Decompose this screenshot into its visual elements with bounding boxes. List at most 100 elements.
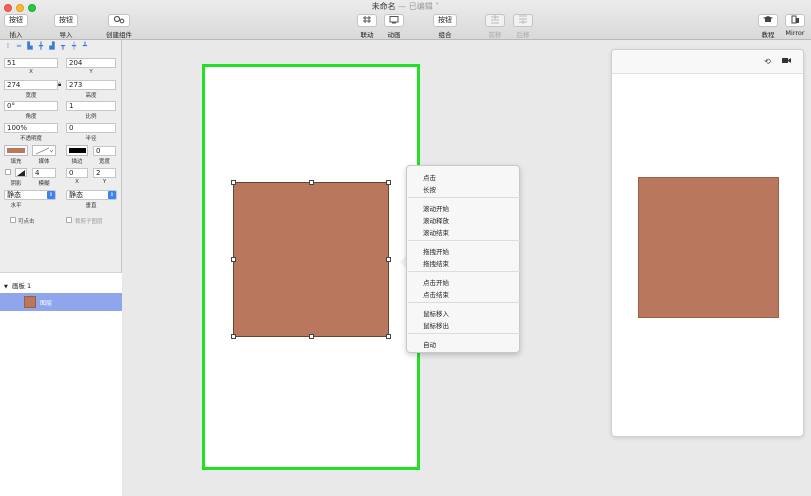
resize-handle-right[interactable] (386, 257, 391, 262)
y-field[interactable]: 204 (66, 58, 116, 68)
horizontal-constraint-select[interactable]: 静态 ⇕ (4, 190, 56, 200)
menu-item-mouse-leave[interactable]: 鼠标移出 (423, 320, 449, 330)
menu-item-long-press[interactable]: 长按 (423, 184, 436, 194)
group-label: 组合 (438, 31, 452, 39)
menu-item-mouse-enter[interactable]: 鼠标移入 (423, 308, 449, 318)
video-camera-icon[interactable] (782, 57, 791, 66)
import-tool[interactable]: 按钮 导入 (54, 14, 78, 39)
distribute-horizontal-icon[interactable]: ⁞ (4, 42, 12, 50)
menu-item-tap[interactable]: 点击 (423, 172, 436, 182)
resize-handle-left[interactable] (231, 257, 236, 262)
x-field[interactable]: 51 (4, 58, 58, 68)
tutorial-tool[interactable]: 教程 (758, 14, 778, 39)
record-icon (782, 58, 791, 63)
align-left-icon[interactable]: ▙ (26, 42, 34, 50)
stroke-color-chip (68, 148, 86, 153)
preview-rectangle[interactable] (638, 177, 779, 318)
bring-forward-button[interactable] (485, 14, 505, 27)
create-component-tool[interactable]: 创建组件 (106, 14, 132, 39)
align-middle-icon[interactable]: ┿ (70, 42, 78, 50)
phone-icon (791, 15, 799, 24)
shadow-checkbox[interactable] (5, 169, 11, 175)
graduation-cap-icon (763, 16, 773, 22)
y-label: Y (89, 69, 93, 75)
opacity-field[interactable]: 100% (4, 123, 58, 133)
disclosure-triangle-icon[interactable]: ▼ (4, 284, 8, 290)
media-picker[interactable] (32, 145, 56, 156)
blur-field[interactable]: 4 (32, 168, 56, 178)
align-top-icon[interactable]: ┳ (59, 42, 67, 50)
restart-icon[interactable]: ⟲ (763, 57, 772, 66)
mirror-button[interactable] (785, 14, 805, 27)
radius-field[interactable]: 0 (66, 123, 116, 133)
clip-layer-checkbox[interactable] (66, 217, 72, 223)
shadow-y-label: Y (102, 179, 107, 185)
clickable-checkbox[interactable] (10, 217, 16, 223)
menu-separator (408, 271, 520, 272)
angle-field[interactable]: 0° (4, 101, 58, 111)
group-tool[interactable]: 按钮 组合 (433, 14, 457, 39)
stroke-swatch[interactable] (66, 145, 88, 156)
send-backward-button[interactable] (513, 14, 533, 27)
preview-window: ⟲ (611, 49, 804, 437)
resize-handle-top-right[interactable] (386, 180, 391, 185)
bring-forward-tool[interactable]: 前移 (485, 14, 505, 39)
shadow-color-swatch[interactable] (15, 168, 27, 177)
scale-label: 比例 (85, 114, 97, 120)
clickable-label: 可点击 (18, 219, 35, 225)
import-button[interactable]: 按钮 (54, 14, 78, 27)
menu-item-scroll-start[interactable]: 滚动开始 (423, 203, 449, 213)
group-button[interactable]: 按钮 (433, 14, 457, 27)
align-center-icon[interactable]: ╋ (37, 42, 45, 50)
link-button[interactable] (357, 14, 377, 27)
resize-handle-top-left[interactable] (231, 180, 236, 185)
link-tool[interactable]: 联动 (357, 14, 377, 39)
resize-handle-bottom[interactable] (309, 334, 314, 339)
scale-field[interactable]: 1 (66, 101, 116, 111)
animate-tool[interactable]: 动画 (384, 14, 404, 39)
menu-item-auto[interactable]: 自动 (423, 339, 436, 349)
height-field[interactable]: 273 (66, 80, 116, 90)
menu-item-tap-start[interactable]: 点击开始 (423, 277, 449, 287)
fill-swatch[interactable] (4, 145, 28, 156)
create-component-button[interactable] (108, 14, 130, 27)
import-label: 导入 (59, 31, 73, 39)
lock-ratio-icon[interactable]: 🔒︎ (58, 81, 61, 89)
fill-color-chip (7, 148, 25, 153)
vertical-constraint-select[interactable]: 静态 ⇕ (66, 190, 117, 200)
stroke-width-label: 宽度 (98, 159, 110, 165)
resize-handle-bottom-left[interactable] (231, 334, 236, 339)
layer-artboard[interactable]: ▼ 画板 1 (4, 280, 31, 290)
distribute-vertical-icon[interactable]: ═ (15, 42, 23, 50)
fill-label: 填充 (10, 159, 22, 165)
chevron-updown-icon: ⇕ (47, 191, 55, 199)
menu-item-scroll-release[interactable]: 滚动释放 (423, 215, 449, 225)
tutorial-button[interactable] (758, 14, 778, 27)
selected-rectangle[interactable] (233, 182, 389, 337)
menu-item-scroll-end[interactable]: 滚动结束 (423, 227, 449, 237)
mirror-tool[interactable]: Mirror (785, 14, 805, 37)
window-title: 未命名 — 已编辑 ˅ (0, 1, 811, 12)
clip-layer-label: 裁剪子图层 (75, 219, 103, 225)
insert-button[interactable]: 按钮 (4, 14, 28, 27)
insert-tool[interactable]: 按钮 插入 (4, 14, 28, 39)
stroke-width-field[interactable]: 0 (93, 146, 116, 156)
blur-label: 模糊 (38, 181, 50, 187)
align-right-icon[interactable]: ▟ (48, 42, 56, 50)
menu-item-drag-start[interactable]: 拖拽开始 (423, 246, 449, 256)
animate-button[interactable] (384, 14, 404, 27)
document-name: 未命名 (371, 2, 396, 11)
stroke-label: 描边 (71, 159, 83, 165)
media-none-icon (35, 147, 53, 154)
align-bottom-icon[interactable]: ┻ (81, 42, 89, 50)
resize-handle-top[interactable] (309, 180, 314, 185)
menu-item-tap-end[interactable]: 点击结束 (423, 289, 449, 299)
width-field[interactable]: 274 (4, 80, 58, 90)
menu-item-drag-end[interactable]: 拖拽结束 (423, 258, 449, 268)
layer-item-selected[interactable]: 图层 (0, 293, 122, 311)
resize-handle-bottom-right[interactable] (386, 334, 391, 339)
shadow-x-field[interactable]: 0 (66, 168, 88, 178)
shadow-y-field[interactable]: 2 (93, 168, 116, 178)
document-status[interactable]: — 已编辑 ˅ (396, 2, 439, 11)
send-backward-tool[interactable]: 后移 (513, 14, 533, 39)
